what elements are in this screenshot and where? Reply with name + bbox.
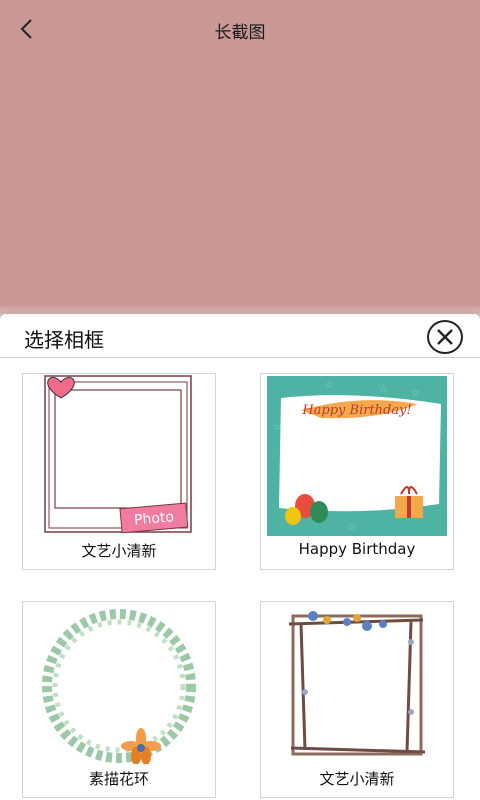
svg-text:☆: ☆ (347, 522, 356, 533)
birthday-frame-thumbnail: ☆ ☆ ☆ ☆ ☆ ☆ Happy Birthday! (267, 376, 447, 536)
sheet-title: 选择相框 (24, 328, 104, 352)
frame-card-wreath[interactable]: 素描花环 (22, 601, 216, 798)
screenshot-preview-area: 长截图 (0, 0, 480, 318)
twig-frame-thumbnail (288, 611, 426, 756)
frame-card-birthday[interactable]: ☆ ☆ ☆ ☆ ☆ ☆ Happy Birthday! Happy Birthd… (260, 373, 454, 570)
close-button[interactable] (427, 320, 463, 354)
birthday-banner-text: Happy Birthday! (301, 403, 411, 418)
frame-label: 文艺小清新 (319, 770, 395, 788)
svg-text:☆: ☆ (325, 380, 334, 391)
frame-label: Happy Birthday (298, 540, 416, 558)
polaroid-frame-thumbnail: Photo (44, 375, 192, 534)
svg-text:☆: ☆ (411, 388, 420, 399)
page-title: 长截图 (214, 23, 266, 43)
frame-card-twig[interactable]: 文艺小清新 (260, 601, 454, 798)
close-icon (437, 329, 453, 345)
frame-picker-sheet: 选择相框 Photo 文艺小清新 ☆ ☆ ☆ ☆ ☆ Happy Birthda… (0, 314, 480, 800)
frame-label: 文艺小清新 (81, 542, 157, 560)
svg-text:☆: ☆ (379, 384, 388, 395)
wreath-frame-thumbnail (42, 609, 196, 764)
frame-card-polaroid[interactable]: Photo 文艺小清新 (22, 373, 216, 570)
sheet-header: 选择相框 (0, 314, 480, 358)
frame-label: 素描花环 (88, 770, 149, 788)
